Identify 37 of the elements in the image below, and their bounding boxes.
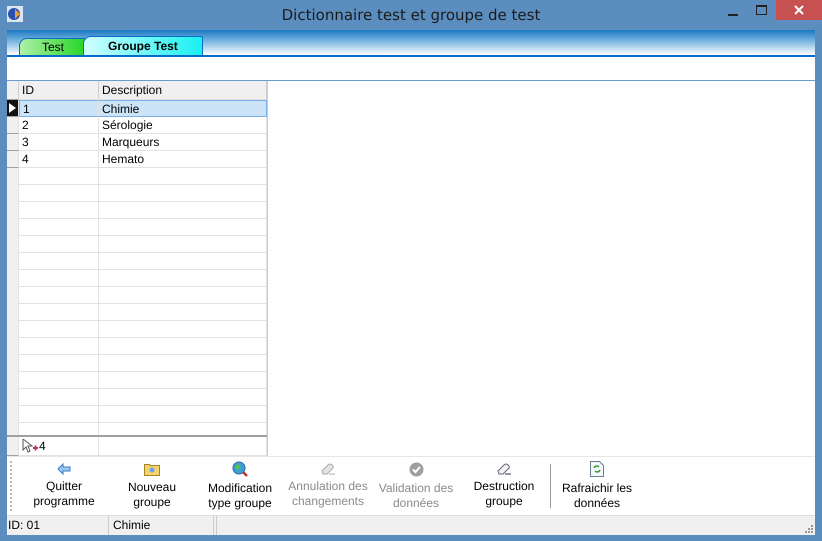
app-icon xyxy=(7,6,23,22)
close-button[interactable] xyxy=(776,0,822,20)
table-cell: 1 xyxy=(19,100,99,117)
table-cell: 4 xyxy=(19,151,99,168)
table-cell: Marqueurs xyxy=(99,134,267,151)
status-text: Chimie xyxy=(109,516,214,535)
refresh-icon xyxy=(590,461,604,477)
toolbar-button[interactable]: Quitter programme xyxy=(20,461,108,511)
close-icon xyxy=(794,5,804,15)
check-icon xyxy=(408,462,424,476)
eraser-icon xyxy=(496,463,512,475)
grid-corner xyxy=(7,81,19,100)
table-cell: Hemato xyxy=(99,151,267,168)
column-header[interactable]: ID xyxy=(19,81,99,100)
table-cell: Chimie xyxy=(99,100,267,117)
resize-grip-icon[interactable] xyxy=(803,523,813,533)
tab[interactable]: Test xyxy=(19,38,88,55)
toolbar-button[interactable]: Modification type groupe xyxy=(196,459,284,513)
minimize-icon xyxy=(728,14,738,16)
toolbar-button[interactable]: Nouveau groupe xyxy=(108,460,196,512)
record-count: 4 xyxy=(39,438,46,454)
folder-icon xyxy=(144,462,160,476)
tab[interactable]: Groupe Test xyxy=(83,36,203,55)
table-cell: 2 xyxy=(19,117,99,134)
eraser-icon xyxy=(320,463,336,475)
column-header[interactable]: Description xyxy=(99,81,267,100)
maximize-icon xyxy=(756,5,767,15)
row-header[interactable] xyxy=(7,100,19,117)
arrow-left-icon xyxy=(57,463,71,475)
window-title: Dictionnaire test et groupe de test xyxy=(280,6,542,24)
toolbar-button[interactable]: Rafraichir les données xyxy=(553,459,641,513)
table-cell: Sérologie xyxy=(99,117,267,134)
toolbar-button[interactable]: Destruction groupe xyxy=(460,461,548,511)
table-cell: 3 xyxy=(19,134,99,151)
globe-search-icon xyxy=(232,461,248,477)
new-record-icon xyxy=(22,438,38,454)
status-text: ID: 01 xyxy=(7,516,109,535)
